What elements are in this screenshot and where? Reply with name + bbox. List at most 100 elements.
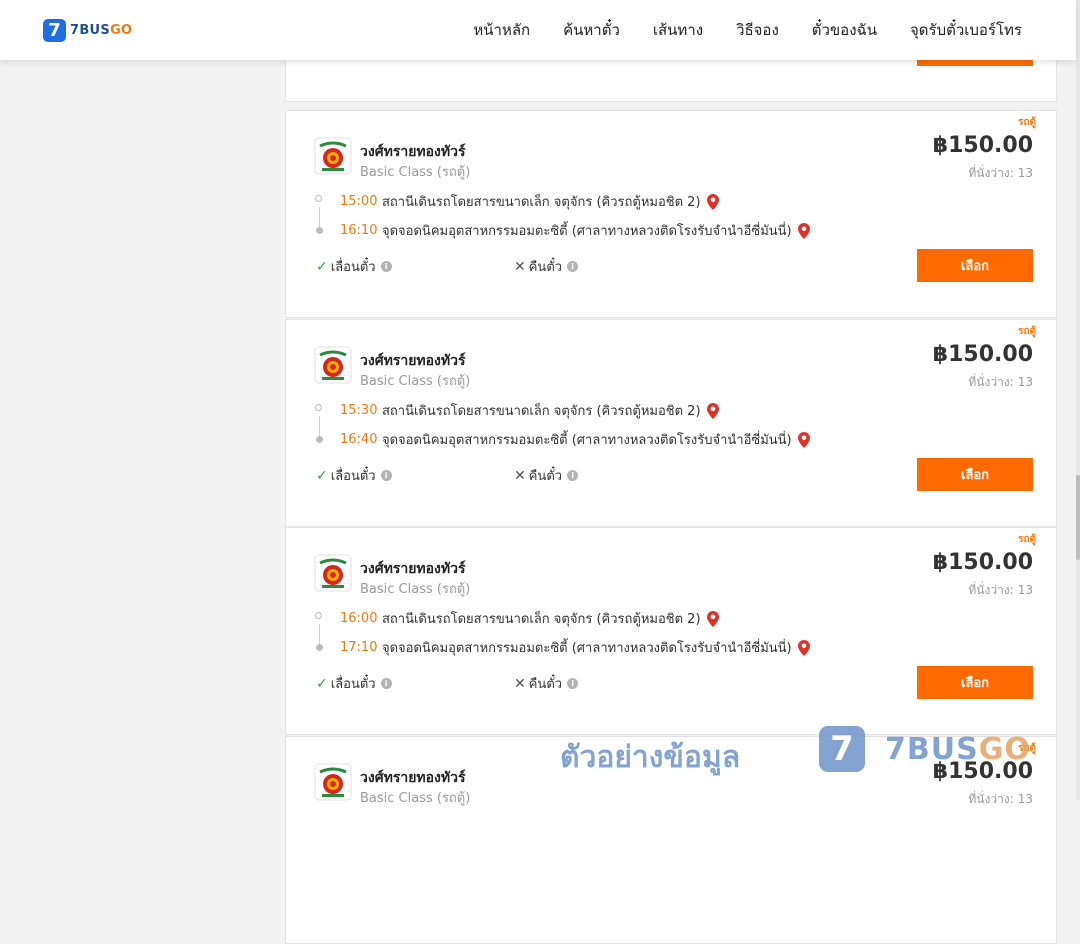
operator-name: วงศ์ทรายทองทัวร์ (360, 144, 466, 160)
seats-available: ที่นั่งว่าง: 13 (968, 166, 1033, 180)
depart-dot-icon (315, 195, 322, 202)
nav-ticket-pickup[interactable]: จุดรับตั๋วเบอร์โทร (910, 18, 1022, 42)
nav-how-to-book[interactable]: วิธีจอง (736, 18, 779, 42)
cross-icon: ✕ (514, 467, 526, 484)
vehicle-type-label: รถตู้ (1018, 326, 1036, 337)
logo-mark: 7 (43, 19, 66, 42)
route-timeline (319, 207, 320, 229)
ticket-price: ฿150.00 (932, 342, 1033, 367)
vehicle-type-label: รถตู้ (1018, 534, 1036, 545)
arrive-time: 16:10 (340, 223, 378, 238)
operator-name: วงศ์ทรายทองทัวร์ (360, 353, 466, 369)
trip-card: รถตู้วงศ์ทรายทองทัวร์ Basic Class (รถตู้)… (285, 527, 1057, 735)
scrollbar-thumb[interactable] (1076, 475, 1080, 560)
arrive-row: 16:40 จุดจอดนิคมอุตสาหกรรมอมตะซิตี้ (ศาลา… (340, 429, 810, 450)
arrive-stop: จุดจอดนิคมอุตสาหกรรมอมตะซิตี้ (ศาลาทางหล… (382, 224, 792, 239)
map-pin-icon[interactable] (797, 222, 810, 239)
refund-label: คืนตั๋ว (528, 260, 563, 275)
arrive-stop: จุดจอดนิคมอุตสาหกรรมอมตะซิตี้ (ศาลาทางหล… (382, 433, 792, 448)
refund-policy: ✕ คืนตั๋ว i (514, 256, 579, 277)
reschedule-label: เลื่อนตั๋ว (330, 469, 376, 484)
reschedule-label: เลื่อนตั๋ว (330, 260, 376, 275)
reschedule-policy: ✓ เลื่อนตั๋ว i (316, 256, 392, 277)
depart-stop: สถานีเดินรถโดยสารขนาดเล็ก จตุจักร (คิวรถ… (382, 195, 701, 210)
seats-available: ที่นั่งว่าง: 13 (968, 375, 1033, 389)
nav-my-tickets[interactable]: ตั๋วของฉัน (812, 18, 877, 42)
select-button[interactable]: เลือก (917, 458, 1033, 491)
info-icon[interactable]: i (380, 678, 392, 689)
depart-time: 15:30 (340, 403, 378, 418)
ticket-price: ฿150.00 (932, 133, 1033, 158)
arrive-stop: จุดจอดนิคมอุตสาหกรรมอมตะซิตี้ (ศาลาทางหล… (382, 641, 792, 656)
arrive-dot-icon (316, 436, 323, 443)
refund-label: คืนตั๋ว (528, 469, 563, 484)
seats-available: ที่นั่งว่าง: 13 (968, 583, 1033, 597)
vehicle-type-label: รถตู้ (1018, 117, 1036, 128)
service-class: Basic Class (รถตู้) (360, 165, 471, 180)
info-icon[interactable]: i (567, 261, 579, 272)
main-nav: หน้าหลัก ค้นหาตั๋ว เส้นทาง วิธีจอง ตั๋วข… (440, 0, 1022, 60)
nav-search-ticket[interactable]: ค้นหาตั๋ว (563, 18, 620, 42)
check-icon: ✓ (316, 467, 328, 484)
service-class: Basic Class (รถตู้) (360, 791, 471, 806)
ticket-price: ฿150.00 (932, 550, 1033, 575)
page-scrollbar[interactable] (1076, 0, 1080, 800)
route-timeline (319, 624, 320, 646)
map-pin-icon[interactable] (797, 639, 810, 656)
depart-row: 15:30 สถานีเดินรถโดยสารขนาดเล็ก จตุจักร (… (340, 400, 719, 421)
operator-name: วงศ์ทรายทองทัวร์ (360, 770, 466, 786)
select-button[interactable]: เลือก (917, 666, 1033, 699)
operator-logo (314, 137, 352, 175)
check-icon: ✓ (316, 258, 328, 275)
ticket-price: ฿150.00 (932, 759, 1033, 784)
route-timeline (319, 416, 320, 438)
map-pin-icon[interactable] (706, 610, 719, 627)
logo-text: 7BUSGO (70, 23, 133, 38)
trip-card: รถตู้วงศ์ทรายทองทัวร์ Basic Class (รถตู้)… (285, 736, 1057, 944)
depart-time: 16:00 (340, 611, 378, 626)
reschedule-label: เลื่อนตั๋ว (330, 677, 376, 692)
trip-card: รถตู้วงศ์ทรายทองทัวร์ Basic Class (รถตู้)… (285, 110, 1057, 318)
map-pin-icon[interactable] (706, 402, 719, 419)
arrive-dot-icon (316, 227, 323, 234)
arrive-time: 16:40 (340, 432, 378, 447)
refund-policy: ✕ คืนตั๋ว i (514, 465, 579, 486)
arrive-dot-icon (316, 644, 323, 651)
operator-logo (314, 554, 352, 592)
trip-card: รถตู้วงศ์ทรายทองทัวร์ Basic Class (รถตู้)… (285, 319, 1057, 527)
depart-row: 16:00 สถานีเดินรถโดยสารขนาดเล็ก จตุจักร (… (340, 608, 719, 629)
nav-home[interactable]: หน้าหลัก (473, 18, 530, 42)
refund-label: คืนตั๋ว (528, 677, 563, 692)
vehicle-type-label: รถตู้ (1018, 743, 1036, 754)
info-icon[interactable]: i (380, 470, 392, 481)
depart-time: 15:00 (340, 194, 378, 209)
refund-policy: ✕ คืนตั๋ว i (514, 673, 579, 694)
nav-routes[interactable]: เส้นทาง (653, 18, 703, 42)
cross-icon: ✕ (514, 675, 526, 692)
depart-dot-icon (315, 404, 322, 411)
map-pin-icon[interactable] (706, 193, 719, 210)
arrive-row: 17:10 จุดจอดนิคมอุตสาหกรรมอมตะซิตี้ (ศาลา… (340, 637, 810, 658)
operator-name: วงศ์ทรายทองทัวร์ (360, 561, 466, 577)
info-icon[interactable]: i (567, 678, 579, 689)
operator-logo (314, 763, 352, 801)
info-icon[interactable]: i (380, 261, 392, 272)
check-icon: ✓ (316, 675, 328, 692)
arrive-row: 16:10 จุดจอดนิคมอุตสาหกรรมอมตะซิตี้ (ศาลา… (340, 220, 810, 241)
arrive-time: 17:10 (340, 640, 378, 655)
site-logo[interactable]: 7 7BUSGO (43, 19, 132, 42)
depart-stop: สถานีเดินรถโดยสารขนาดเล็ก จตุจักร (คิวรถ… (382, 612, 701, 627)
service-class: Basic Class (รถตู้) (360, 582, 471, 597)
depart-stop: สถานีเดินรถโดยสารขนาดเล็ก จตุจักร (คิวรถ… (382, 404, 701, 419)
info-icon[interactable]: i (567, 470, 579, 481)
service-class: Basic Class (รถตู้) (360, 374, 471, 389)
reschedule-policy: ✓ เลื่อนตั๋ว i (316, 673, 392, 694)
operator-logo (314, 346, 352, 384)
top-header: 7 7BUSGO หน้าหลัก ค้นหาตั๋ว เส้นทาง วิธี… (0, 0, 1076, 60)
cross-icon: ✕ (514, 258, 526, 275)
map-pin-icon[interactable] (797, 431, 810, 448)
select-button[interactable]: เลือก (917, 249, 1033, 282)
reschedule-policy: ✓ เลื่อนตั๋ว i (316, 465, 392, 486)
depart-dot-icon (315, 612, 322, 619)
depart-row: 15:00 สถานีเดินรถโดยสารขนาดเล็ก จตุจักร (… (340, 191, 719, 212)
